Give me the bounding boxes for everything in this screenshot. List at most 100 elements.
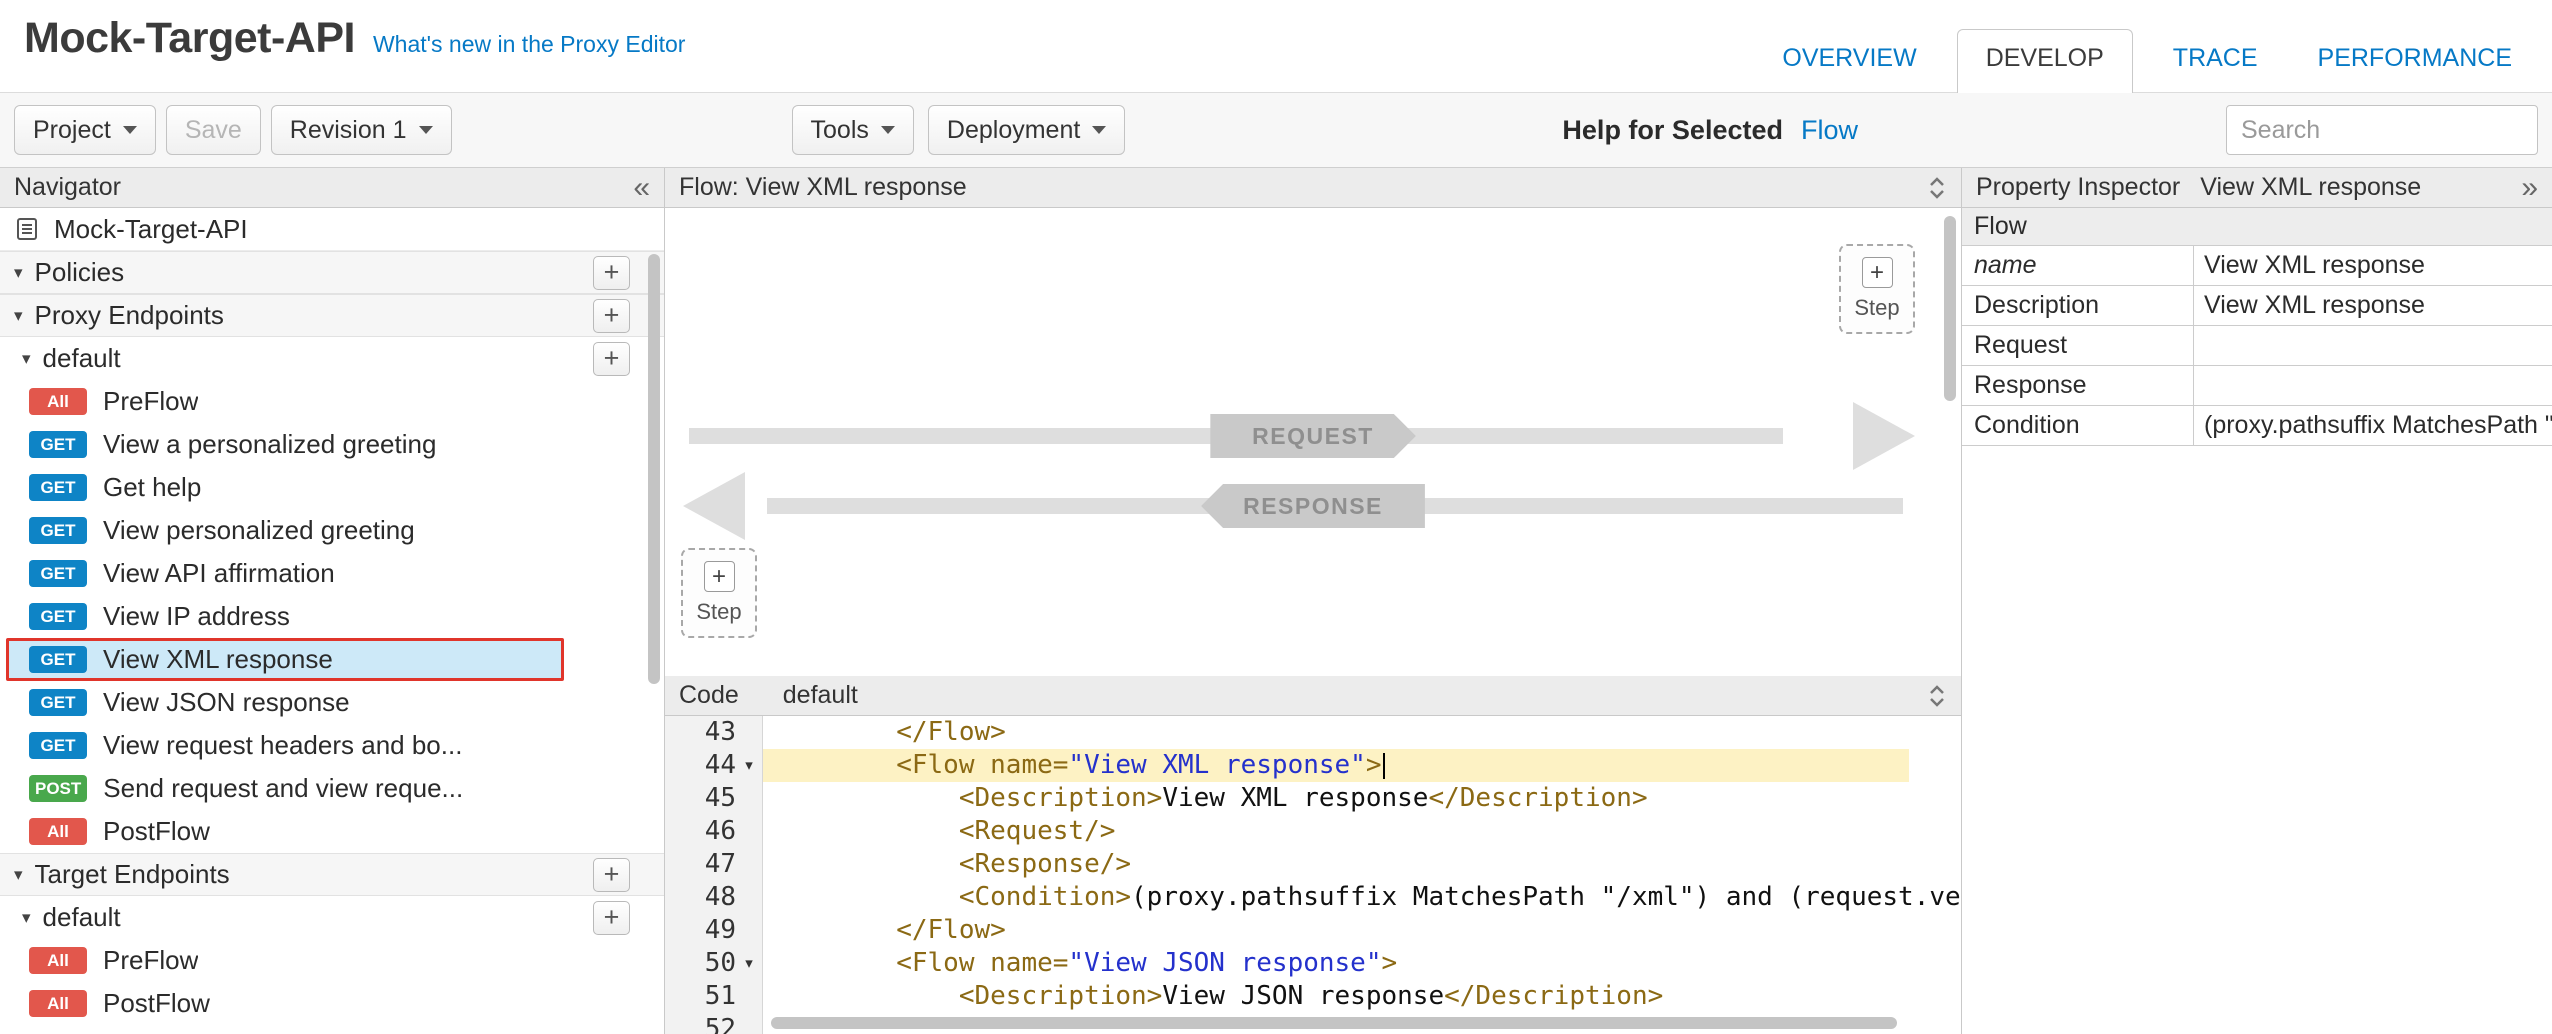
- expand-collapse-icon[interactable]: [1927, 683, 1947, 709]
- nav-item-get-help[interactable]: GETGet help: [6, 466, 564, 509]
- line-number: 50: [705, 947, 736, 980]
- line-number-gutter: 47: [665, 848, 763, 881]
- whats-new-link[interactable]: What's new in the Proxy Editor: [373, 31, 685, 58]
- nav-item-postflow[interactable]: AllPostFlow: [6, 810, 564, 853]
- code-content[interactable]: <Flow name="View XML response">: [763, 749, 1909, 782]
- revision-dropdown-label: Revision 1: [290, 116, 407, 145]
- code-line[interactable]: 43 </Flow>: [665, 716, 1961, 749]
- nav-item-view-a-personalized-greeting[interactable]: GETView a personalized greeting: [6, 423, 564, 466]
- revision-dropdown[interactable]: Revision 1: [271, 105, 452, 155]
- code-line[interactable]: 45 <Description>View XML response</Descr…: [665, 782, 1961, 815]
- tab-performance[interactable]: PERFORMANCE: [2312, 30, 2518, 93]
- nav-item-label: PreFlow: [103, 386, 198, 417]
- property-value-condition[interactable]: (proxy.pathsuffix MatchesPath "/x: [2194, 406, 2552, 445]
- property-value-name[interactable]: View XML response: [2194, 246, 2552, 285]
- navigator-root-item[interactable]: Mock-Target-API: [0, 208, 664, 251]
- nav-section-target-endpoints[interactable]: ▾Target Endpoints+: [0, 853, 664, 896]
- line-number-gutter: 48: [665, 881, 763, 914]
- method-badge-get: GET: [29, 474, 87, 501]
- nav-item-view-request-headers-and-bo[interactable]: GETView request headers and bo...: [6, 724, 564, 767]
- tools-dropdown[interactable]: Tools: [792, 105, 914, 155]
- nav-section-policies[interactable]: ▾Policies+: [0, 251, 664, 294]
- nav-item-label: Policies: [35, 257, 125, 288]
- main-content: Navigator « Mock-Target-API▾Policies+▾Pr…: [0, 168, 2552, 1034]
- nav-item-preflow[interactable]: AllPreFlow: [6, 380, 564, 423]
- code-line[interactable]: 49 </Flow>: [665, 914, 1961, 947]
- nav-item-view-api-affirmation[interactable]: GETView API affirmation: [6, 552, 564, 595]
- code-token: </Description>: [1444, 981, 1663, 1011]
- line-number-gutter: 43: [665, 716, 763, 749]
- nav-item-label: default: [43, 902, 121, 933]
- expand-collapse-icon[interactable]: [1927, 175, 1947, 201]
- nav-item-view-ip-address[interactable]: GETView IP address: [6, 595, 564, 638]
- code-horizontal-scrollbar[interactable]: [771, 1017, 1897, 1029]
- collapse-panel-icon[interactable]: «: [633, 173, 650, 203]
- add-button[interactable]: +: [593, 342, 630, 376]
- nav-item-label: Proxy Endpoints: [35, 300, 224, 331]
- code-editor[interactable]: 43 </Flow>44▾ <Flow name="View XML respo…: [665, 716, 1961, 1034]
- nav-item-label: View request headers and bo...: [103, 730, 462, 761]
- code-content[interactable]: <Description>View XML response</Descript…: [763, 782, 1961, 815]
- code-line[interactable]: 48 <Condition>(proxy.pathsuffix MatchesP…: [665, 881, 1961, 914]
- caret-down-icon: [123, 126, 137, 134]
- disclosure-triangle-icon: ▾: [22, 349, 31, 369]
- tab-trace[interactable]: TRACE: [2167, 30, 2264, 93]
- add-step-button-response[interactable]: + Step: [1839, 244, 1915, 334]
- code-line[interactable]: 46 <Request/>: [665, 815, 1961, 848]
- nav-section-proxy-endpoints[interactable]: ▾Proxy Endpoints+: [0, 294, 664, 337]
- nav-group-default[interactable]: ▾default+: [0, 337, 664, 380]
- line-number: 52: [705, 1013, 736, 1034]
- add-button[interactable]: +: [593, 858, 630, 892]
- code-content[interactable]: <Condition>(proxy.pathsuffix MatchesPath…: [763, 881, 1961, 914]
- search-input[interactable]: [2226, 105, 2538, 155]
- nav-item-view-xml-response[interactable]: GETView XML response: [6, 638, 564, 681]
- property-value-response[interactable]: [2194, 366, 2552, 405]
- code-line[interactable]: 44▾ <Flow name="View XML response">: [665, 749, 1961, 782]
- add-button[interactable]: +: [593, 299, 630, 333]
- caret-down-icon: [881, 126, 895, 134]
- code-content[interactable]: <Flow name="View JSON response">: [763, 947, 1961, 980]
- add-step-button-request[interactable]: + Step: [681, 548, 757, 638]
- code-content[interactable]: <Response/>: [763, 848, 1961, 881]
- code-line[interactable]: 50▾ <Flow name="View JSON response">: [665, 947, 1961, 980]
- method-badge-all: All: [29, 818, 87, 845]
- nav-item-view-json-response[interactable]: GETView JSON response: [6, 681, 564, 724]
- nav-item-postflow[interactable]: All PostFlow: [6, 982, 564, 1025]
- deployment-dropdown[interactable]: Deployment: [928, 105, 1125, 155]
- code-line[interactable]: 47 <Response/>: [665, 848, 1961, 881]
- code-line[interactable]: 51 <Description>View JSON response</Desc…: [665, 980, 1961, 1013]
- nav-item-send-request-and-view-reque[interactable]: POSTSend request and view reque...: [6, 767, 564, 810]
- add-button[interactable]: +: [593, 901, 630, 935]
- code-token: >: [1382, 948, 1398, 978]
- code-content[interactable]: </Flow>: [763, 914, 1961, 947]
- nav-item-view-personalized-greeting[interactable]: GETView personalized greeting: [6, 509, 564, 552]
- project-dropdown[interactable]: Project: [14, 105, 156, 155]
- help-flow-link[interactable]: Flow: [1801, 115, 1858, 146]
- code-file-tab[interactable]: default: [783, 681, 858, 710]
- property-value-request[interactable]: [2194, 326, 2552, 365]
- line-number: 45: [705, 782, 736, 815]
- code-content[interactable]: </Flow>: [763, 716, 1961, 749]
- code-token: <Description>: [771, 783, 1162, 813]
- method-badge-all: All: [29, 990, 87, 1017]
- request-flow-arrow: REQUEST: [665, 402, 1961, 470]
- flow-scrollbar[interactable]: [1944, 216, 1956, 401]
- nav-item-label: PostFlow: [103, 988, 210, 1019]
- save-button[interactable]: Save: [166, 105, 261, 155]
- code-content[interactable]: <Description>View JSON response</Descrip…: [763, 980, 1961, 1013]
- property-row: DescriptionView XML response: [1962, 286, 2552, 326]
- code-content[interactable]: <Request/>: [763, 815, 1961, 848]
- tab-overview[interactable]: OVERVIEW: [1776, 30, 1922, 93]
- property-row: Condition(proxy.pathsuffix MatchesPath "…: [1962, 406, 2552, 446]
- add-button[interactable]: +: [593, 256, 630, 290]
- tab-develop[interactable]: DEVELOP: [1957, 29, 2133, 93]
- nav-item-preflow[interactable]: AllPreFlow: [6, 939, 564, 982]
- nav-group-default[interactable]: ▾default+: [0, 896, 664, 939]
- fold-toggle-icon[interactable]: ▾: [736, 947, 762, 980]
- fold-toggle-icon[interactable]: ▾: [736, 749, 762, 782]
- toolbar-left-group: Project Save Revision 1: [14, 105, 452, 155]
- expand-panel-icon[interactable]: »: [2521, 173, 2538, 203]
- code-token: <Flow name=: [771, 948, 1068, 978]
- navigator-scrollbar[interactable]: [648, 254, 660, 684]
- property-value-description[interactable]: View XML response: [2194, 286, 2552, 325]
